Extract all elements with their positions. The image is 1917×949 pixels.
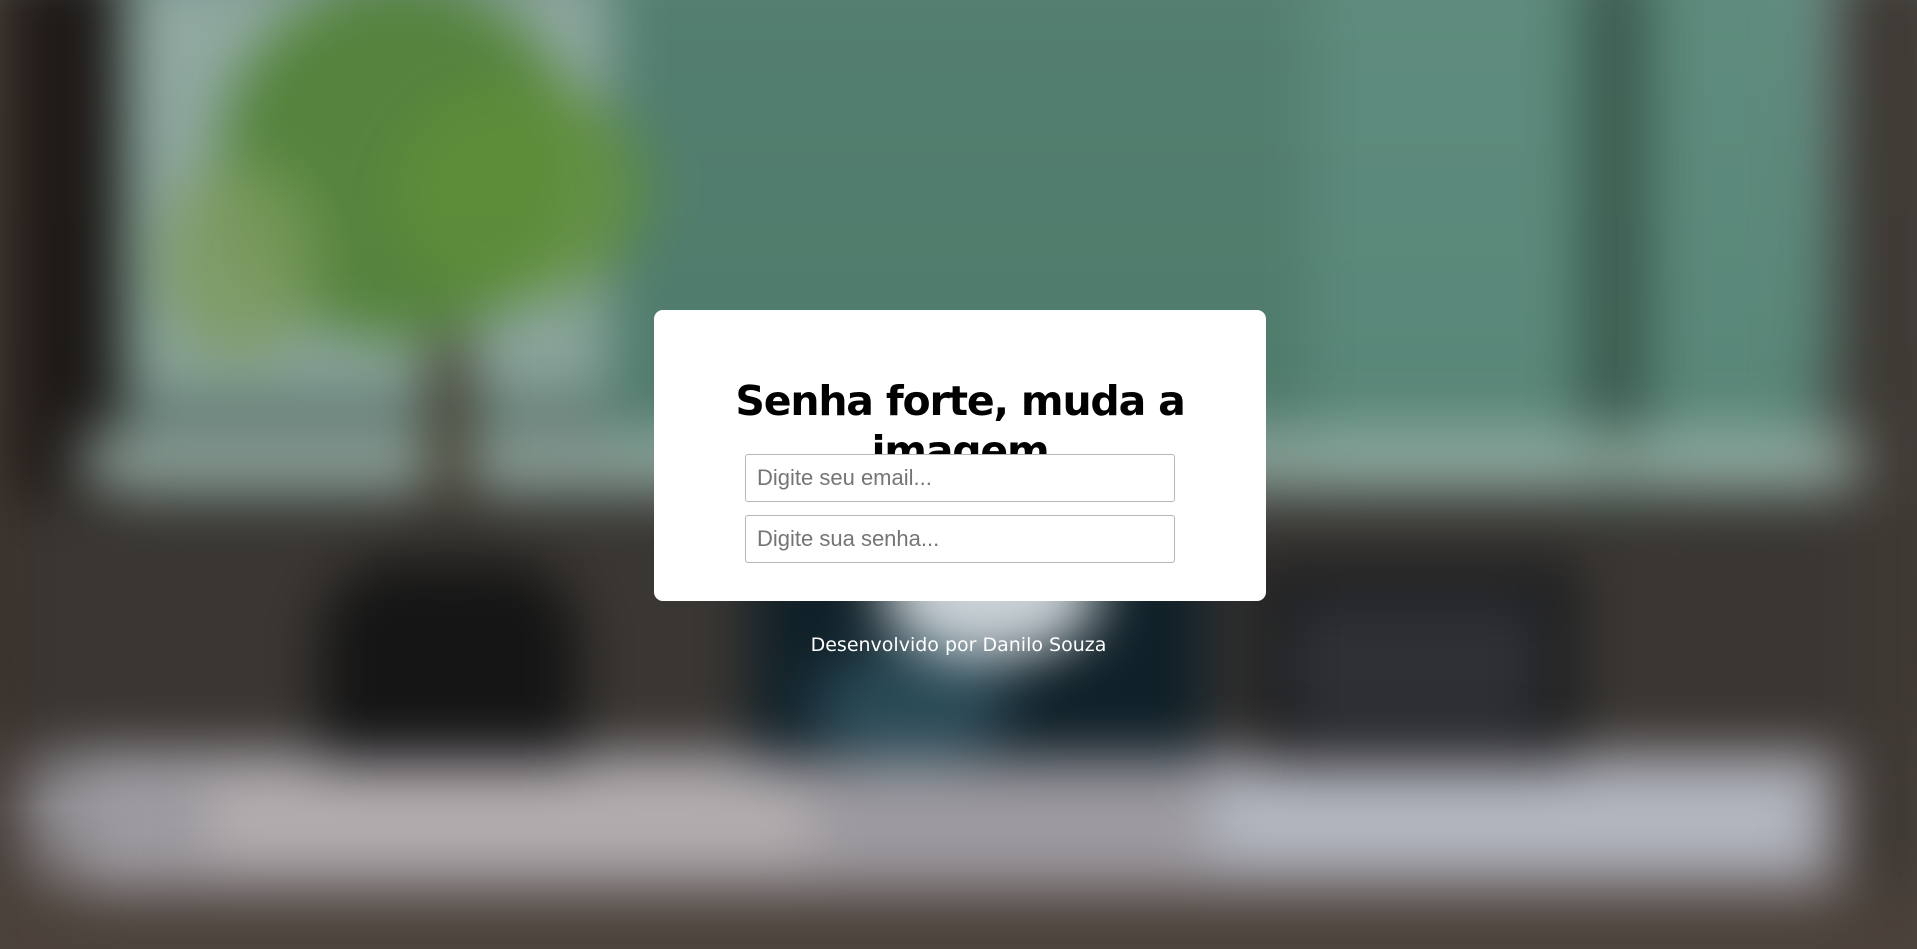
password-input[interactable] (745, 515, 1175, 563)
login-card: Senha forte, muda a imagem (654, 310, 1266, 601)
footer-credit: Desenvolvido por Danilo Souza (810, 634, 1107, 656)
email-input[interactable] (745, 454, 1175, 502)
